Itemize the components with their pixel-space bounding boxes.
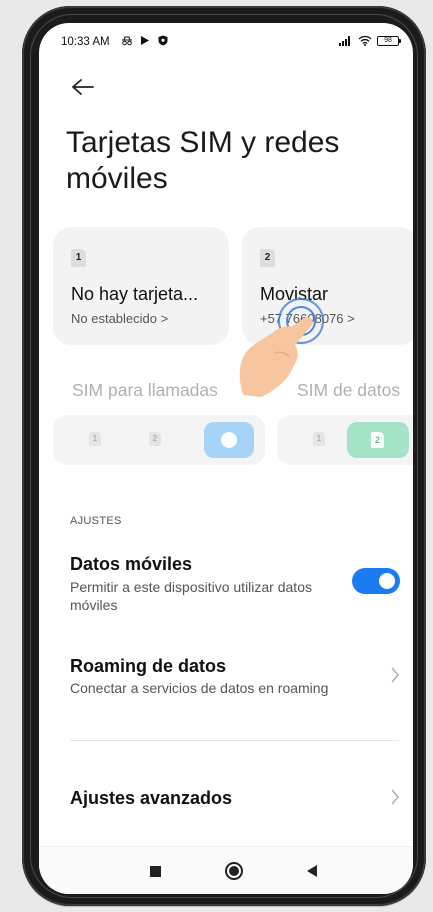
calls-option-sim1[interactable]: 1 [89, 432, 101, 446]
calls-option-ask-selected[interactable] [204, 422, 254, 458]
status-time: 10:33 AM [61, 36, 110, 48]
wifi-icon [358, 35, 372, 46]
roaming-title: Roaming de datos [70, 656, 227, 676]
status-icons-left [121, 35, 169, 46]
roaming-subtitle: Conectar a servicios de datos en roaming [70, 680, 329, 696]
incognito-icon [122, 36, 132, 46]
shield-icon [158, 35, 168, 46]
chevron-right-icon [391, 667, 399, 683]
sim-slot-badge: 1 [71, 249, 86, 267]
advanced-settings-title: Ajustes avanzados [70, 788, 233, 808]
calls-option-sim2[interactable]: 2 [149, 432, 161, 446]
battery-icon: 98 [377, 35, 401, 46]
mobile-data-toggle[interactable] [352, 568, 400, 594]
sim-for-calls-label: SIM para llamadas [72, 380, 218, 400]
back-arrow-icon[interactable] [69, 75, 97, 99]
home-button[interactable] [225, 862, 243, 880]
sim-for-calls-selector: 1 2 [53, 415, 265, 465]
data-option-sim1[interactable]: 1 [313, 432, 325, 446]
sim-card-name: No hay tarjeta... [71, 284, 199, 304]
back-button[interactable] [307, 865, 317, 877]
sim-card-detail: No establecido > [71, 311, 169, 326]
sim-for-data-selector: 1 2 [277, 415, 413, 465]
sim-for-data-label: SIM de datos [297, 380, 401, 400]
chevron-right-icon [391, 789, 399, 805]
sim-card-name: Movistar [260, 284, 329, 304]
data-option-sim2-selected[interactable]: 2 [347, 422, 409, 458]
section-header-ajustes: AJUSTES [70, 515, 122, 527]
status-icons-right: 98 [339, 35, 401, 46]
play-arrow-icon [141, 36, 149, 45]
status-bar: 10:33 AM 98 [39, 23, 413, 57]
sim-card-2[interactable]: 2 Movistar +57 76608076 > [242, 227, 413, 345]
navigation-bar [39, 846, 413, 894]
mobile-data-subtitle: Permitir a este dispositivo utilizar dat… [70, 579, 312, 613]
sim2-chip-icon: 2 [371, 432, 384, 448]
sim-card-detail: +57 76608076 > [260, 311, 355, 326]
ask-every-time-icon [221, 432, 237, 448]
divider [70, 740, 399, 741]
page-title: Tarjetas SIM y redes móviles [66, 126, 340, 195]
sim-slot-badge: 2 [260, 249, 275, 267]
recents-button[interactable] [150, 866, 161, 877]
signal-icon [339, 35, 350, 46]
mobile-data-title: Datos móviles [70, 554, 193, 574]
screen: 10:33 AM 98 Tarjetas SIM y redes móviles… [39, 23, 413, 894]
sim-card-1[interactable]: 1 No hay tarjeta... No establecido > [53, 227, 229, 345]
